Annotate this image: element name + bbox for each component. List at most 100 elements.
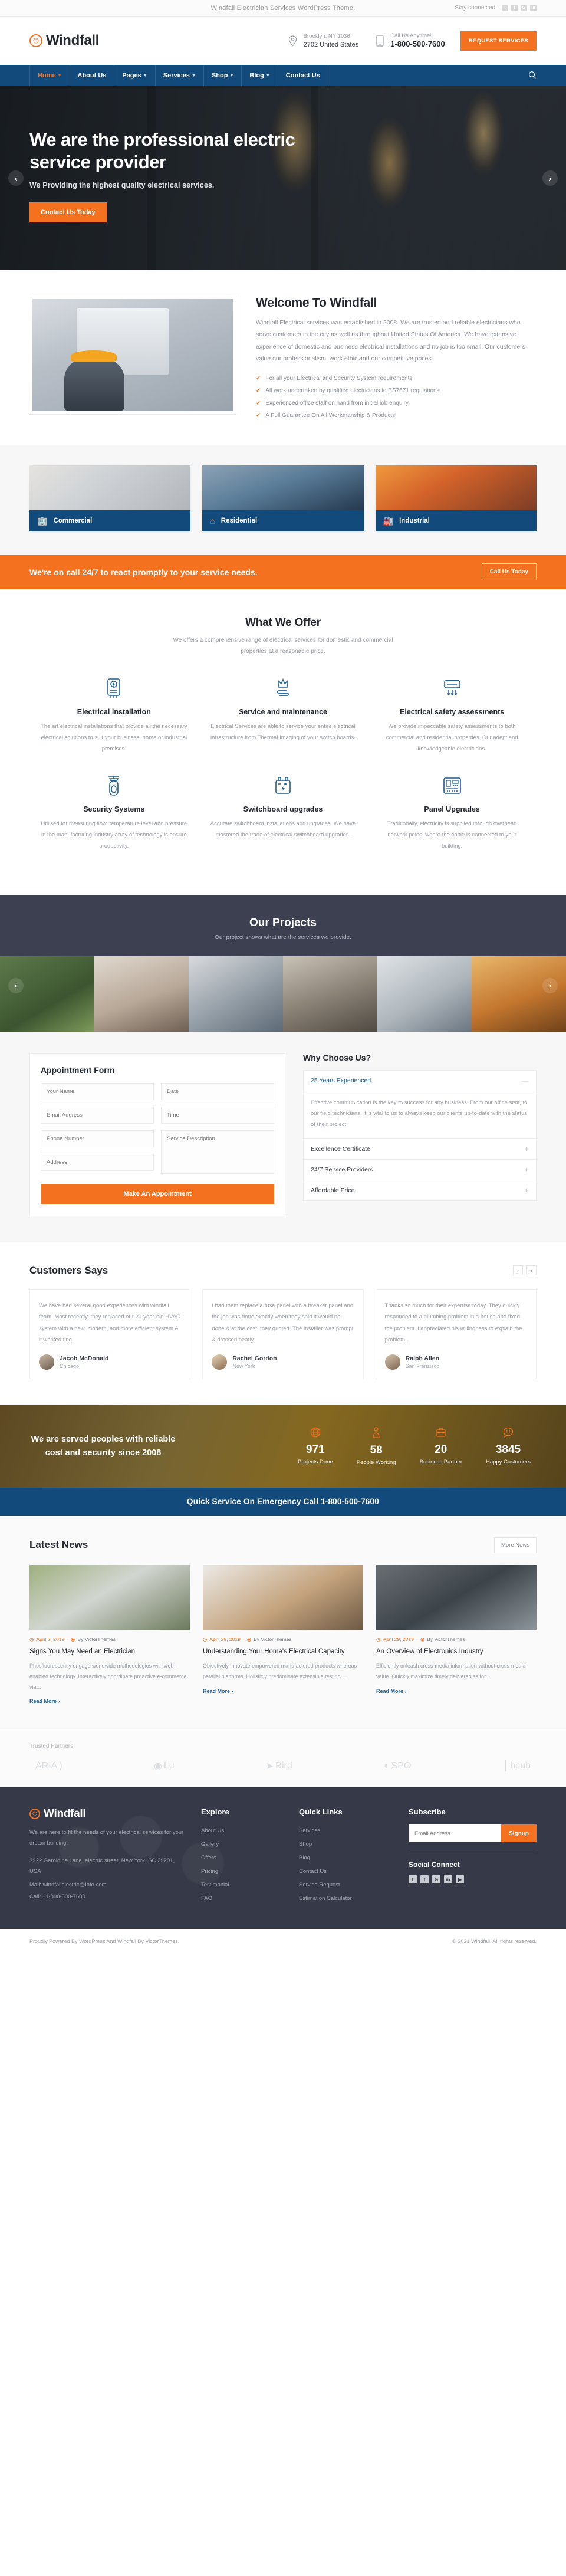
stat-label: People Working [356,1459,396,1466]
email-field[interactable] [41,1106,154,1124]
nav-item-services[interactable]: Services ▼ [156,65,204,86]
service-card-electrical-installation[interactable]: Electrical installation The art electric… [29,677,199,775]
footer-link-testimonial[interactable]: Testimonial [201,1878,284,1892]
testimonials-prev-button[interactable]: ‹ [513,1265,523,1276]
nav-item-shop[interactable]: Shop ▼ [204,65,242,86]
calendar-icon: ◷ [376,1636,381,1642]
date-field[interactable] [161,1082,274,1100]
accordion-header-25-years-experienced[interactable]: 25 Years Experienced — [304,1071,536,1091]
accordion-header-affordable-price[interactable]: Affordable Price + [304,1180,536,1200]
projects-next-arrow[interactable]: › [542,977,558,993]
testimonials-next-button[interactable]: › [526,1265,537,1276]
project-thumb[interactable] [377,956,472,1032]
project-thumb[interactable] [0,956,94,1032]
top-bar: Windfall Electrician Services WordPress … [0,0,566,17]
testimonial-city: San Fransisco [405,1363,440,1370]
linkedin-icon[interactable]: in [444,1875,452,1884]
location-line-1: Brooklyn, NY 1036 [303,33,350,40]
service-card-security-systems[interactable]: Security Systems Utilised for measuring … [29,775,199,872]
footer-link-contact-us[interactable]: Contact Us [299,1865,393,1878]
category-card-industrial[interactable]: 🏭 Industrial [375,465,537,531]
stat-label: Business Partner [419,1458,462,1465]
service-card-service-and-maintenance[interactable]: Service and maintenance Electrical Servi… [199,677,368,775]
call-us-today-button[interactable]: Call Us Today [481,563,537,581]
footer-link-about-us[interactable]: About Us [201,1824,284,1837]
time-field[interactable] [161,1106,274,1124]
address-field[interactable] [41,1153,154,1171]
footer-link-shop[interactable]: Shop [299,1837,393,1851]
hero-next-arrow[interactable]: › [542,170,558,186]
nav-item-contact-us[interactable]: Contact Us [278,65,328,86]
welcome-image [29,296,236,414]
read-more-link[interactable]: Read More › [29,1698,60,1704]
category-card-residential[interactable]: ⌂ Residential [202,465,364,531]
nav-item-pages[interactable]: Pages ▼ [114,65,156,86]
bulb-icon: ┃ [502,1761,509,1772]
facebook-icon[interactable]: f [420,1875,429,1884]
read-more-link[interactable]: Read More › [376,1688,407,1694]
service-title: Service and maintenance [238,707,328,716]
footer-logo[interactable]: ⏻ Windfall [29,1807,186,1820]
appointment-form: Appointment Form Make An Appointment [29,1052,285,1216]
footer-link-services[interactable]: Services [299,1824,393,1837]
plus-icon: + [524,1145,529,1154]
twitter-icon[interactable]: t [409,1875,417,1884]
footer-call[interactable]: Call: +1-800-500-7600 [29,1894,186,1900]
linkedin-icon[interactable]: in [530,5,537,11]
phone-field[interactable] [41,1130,154,1147]
service-description-field[interactable] [161,1130,274,1174]
projects-prev-arrow[interactable]: ‹ [8,977,24,993]
accordion-header-24-7-service-providers[interactable]: 24/7 Service Providers + [304,1160,536,1181]
search-icon[interactable] [528,71,537,81]
site-logo[interactable]: ⏻ Windfall [29,32,99,49]
stat-business-partner: 20 Business Partner [420,1427,462,1466]
service-card-switchboard-upgrades[interactable]: Switchboard upgrades Accurate switchboar… [199,775,368,872]
accordion-header-excellence-certificate[interactable]: Excellence Certificate + [304,1139,536,1160]
footer-link-estimation-calculator[interactable]: Estimation Calculator [299,1892,393,1905]
nav-item-home[interactable]: Home ▼ [29,65,70,86]
project-thumb[interactable] [472,956,566,1032]
nav-item-blog[interactable]: Blog ▼ [242,65,278,86]
footer-link-faq[interactable]: FAQ [201,1892,284,1905]
counters-heading: We are served peoples with reliable cost… [31,1435,176,1458]
category-card-commercial[interactable]: 🏢 Commercial [29,465,191,531]
make-appointment-button[interactable]: Make An Appointment [41,1183,274,1204]
more-news-button[interactable]: More News [493,1537,537,1553]
lens-icon: ◐ [383,1761,390,1771]
google-plus-icon[interactable]: G [432,1875,440,1884]
facebook-icon[interactable]: f [511,5,518,11]
name-field[interactable] [41,1082,154,1100]
service-title: Security Systems [83,805,145,813]
phone-number[interactable]: 1-800-500-7600 [390,40,445,50]
read-more-link[interactable]: Read More › [203,1688,233,1694]
footer-link-blog[interactable]: Blog [299,1851,393,1865]
twitter-icon[interactable]: t [502,5,508,11]
footer-quick-title: Quick Links [299,1807,343,1817]
news-card[interactable]: ◷ April 29, 2019 · ◉ By VictorThemes An Over… [376,1564,537,1705]
plug-icon: ⏻ [29,1809,40,1820]
footer-link-offers[interactable]: Offers [201,1851,284,1865]
news-card[interactable]: ◷ April 2, 2019 · ◉ By VictorThemes Signs Yo… [29,1564,190,1705]
footer-link-gallery[interactable]: Gallery [201,1837,284,1851]
service-text: We provide impeccable safety assessments… [386,723,518,752]
nav-item-about-us[interactable]: About Us [70,65,115,86]
signup-button[interactable]: Signup [501,1824,537,1843]
news-card[interactable]: ◷ April 29, 2019 · ◉ By VictorThemes Underst… [203,1564,363,1705]
hero-cta-button[interactable]: Contact Us Today [29,202,107,222]
footer-mail[interactable]: Mail: windfallelectric@Info.com [29,1882,186,1888]
footer-link-pricing[interactable]: Pricing [201,1865,284,1878]
service-card-electrical-safety-assessments[interactable]: Electrical safety assessments We provide… [367,677,537,775]
footer-link-service-request[interactable]: Service Request [299,1878,393,1892]
subscribe-email-input[interactable] [409,1824,502,1843]
google-plus-icon[interactable]: G [521,5,527,11]
hero-prev-arrow[interactable]: ‹ [8,170,24,186]
project-thumb[interactable] [189,956,283,1032]
project-thumb[interactable] [94,956,189,1032]
youtube-icon[interactable]: ▶ [456,1875,464,1884]
user-icon: ◉ [420,1636,425,1642]
service-title: Panel Upgrades [424,805,480,813]
request-services-button[interactable]: REQUEST SERVICES [460,31,537,51]
emergency-call-band[interactable]: Quick Service On Emergency Call 1-800-50… [0,1487,566,1516]
service-card-panel-upgrades[interactable]: Panel Upgrades Traditionally, electricit… [367,775,537,872]
project-thumb[interactable] [283,956,377,1032]
